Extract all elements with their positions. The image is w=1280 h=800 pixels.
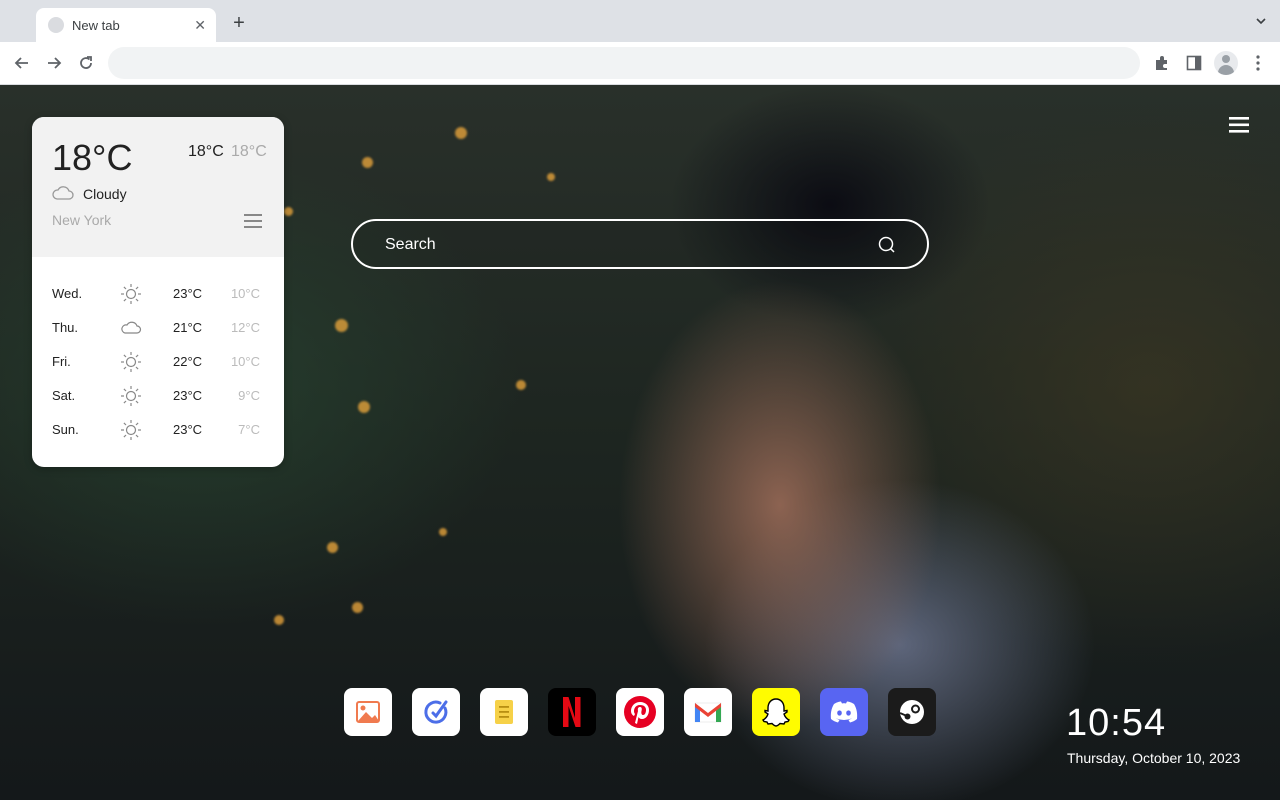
forecast-row: Sun. 23°C 7°C	[32, 413, 284, 447]
tab-new-tab[interactable]: New tab ✕	[36, 8, 216, 42]
pinterest-app-icon[interactable]	[616, 688, 664, 736]
tab-close-icon[interactable]: ✕	[194, 17, 206, 34]
weather-menu-icon[interactable]	[244, 214, 262, 228]
tasks-app-icon[interactable]	[412, 688, 460, 736]
cloud-icon	[52, 186, 74, 200]
forecast-low: 9°C	[238, 388, 260, 403]
photos-app-icon[interactable]	[344, 688, 392, 736]
discord-app-icon[interactable]	[820, 688, 868, 736]
forward-arrow-icon[interactable]	[44, 53, 64, 73]
high-temperature: 18°C	[188, 143, 224, 160]
more-menu-icon[interactable]	[1248, 53, 1268, 73]
forecast-low: 12°C	[230, 320, 260, 335]
tab-favicon-icon	[48, 17, 64, 33]
new-tab-button[interactable]: +	[228, 12, 250, 34]
forecast-day: Thu.	[52, 320, 79, 335]
clock-date: Thursday, October 10, 2023	[1067, 750, 1241, 766]
forecast-high: 23°C	[173, 388, 203, 403]
notes-app-icon[interactable]	[480, 688, 528, 736]
forecast-day: Wed.	[52, 286, 83, 301]
search-bar	[351, 219, 929, 269]
sun-icon	[121, 284, 141, 304]
forecast-high: 23°C	[173, 422, 203, 437]
sun-icon	[121, 420, 141, 440]
forecast-low: 10°C	[230, 286, 260, 301]
cloud-icon	[121, 321, 142, 334]
extensions-puzzle-icon[interactable]	[1152, 53, 1172, 73]
forecast-high: 23°C	[173, 286, 203, 301]
clock-time: 10:54	[1066, 702, 1167, 744]
address-bar[interactable]	[108, 47, 1140, 79]
weather-city: New York	[52, 212, 112, 228]
new-tab-page: 18°C 18°C 18°C Cloudy New York Wed. 23°C…	[0, 85, 1280, 800]
search-icon[interactable]	[877, 235, 897, 255]
current-temperature: 18°C	[52, 137, 133, 178]
browser-toolbar	[0, 42, 1280, 85]
forecast-row: Wed. 23°C 10°C	[32, 277, 284, 311]
gmail-app-icon[interactable]	[684, 688, 732, 736]
steam-app-icon[interactable]	[888, 688, 936, 736]
sun-icon	[121, 352, 141, 372]
netflix-app-icon[interactable]	[548, 688, 596, 736]
forecast-high: 21°C	[173, 320, 203, 335]
side-panel-icon[interactable]	[1184, 53, 1204, 73]
forecast-row: Thu. 21°C 12°C	[32, 311, 284, 345]
weather-condition: Cloudy	[83, 186, 127, 202]
low-temperature: 18°C	[231, 143, 267, 160]
forecast-day: Sat.	[52, 388, 76, 403]
forecast-high: 22°C	[173, 354, 203, 369]
back-arrow-icon[interactable]	[12, 53, 32, 73]
forecast-row: Fri. 22°C 10°C	[32, 345, 284, 379]
profile-avatar[interactable]	[1214, 51, 1238, 75]
weather-widget: 18°C 18°C 18°C Cloudy New York Wed. 23°C…	[32, 117, 284, 467]
sun-icon	[121, 386, 141, 406]
reload-icon[interactable]	[76, 53, 96, 73]
forecast-low: 10°C	[230, 354, 260, 369]
weather-current: 18°C 18°C 18°C Cloudy New York	[32, 117, 284, 257]
forecast-list: Wed. 23°C 10°C Thu. 21°C 12°C Fri. 22°C …	[32, 277, 284, 447]
forecast-day: Sun.	[52, 422, 79, 437]
forecast-day: Fri.	[52, 354, 71, 369]
tab-title: New tab	[72, 17, 120, 33]
forecast-row: Sat. 23°C 9°C	[32, 379, 284, 413]
page-menu-icon[interactable]	[1229, 117, 1249, 133]
tab-strip: New tab ✕ +	[0, 0, 1280, 42]
forecast-low: 7°C	[238, 422, 260, 437]
tab-search-chevron-icon[interactable]	[1254, 14, 1268, 28]
snapchat-app-icon[interactable]	[752, 688, 800, 736]
search-input[interactable]	[383, 221, 867, 269]
